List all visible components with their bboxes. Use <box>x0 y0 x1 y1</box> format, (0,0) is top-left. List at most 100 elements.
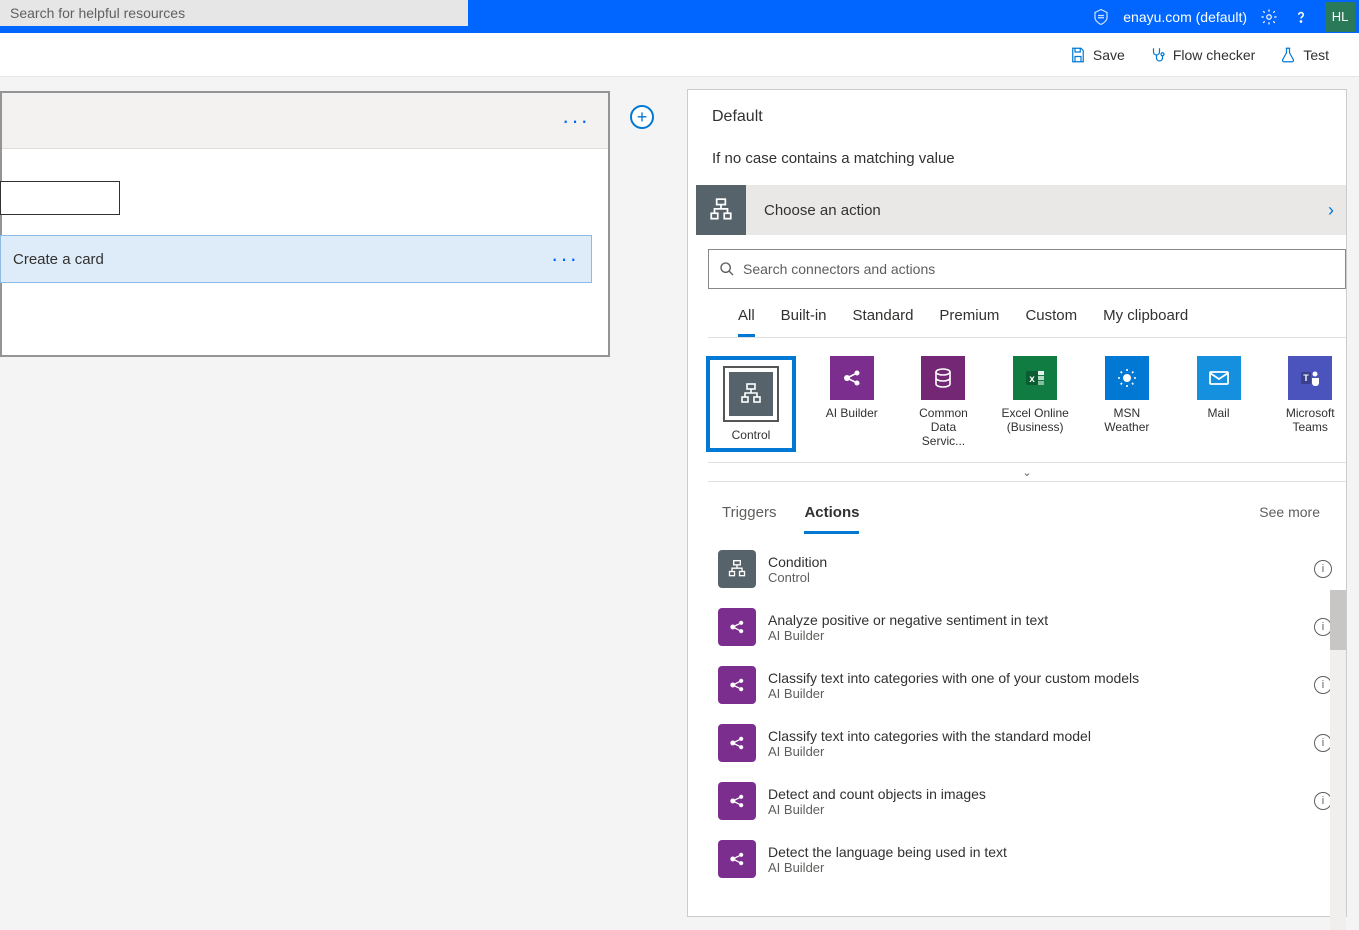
global-search[interactable]: Search for helpful resources <box>0 0 468 26</box>
chevron-right-icon: › <box>1328 200 1346 221</box>
command-bar: Save Flow checker Test <box>0 33 1359 77</box>
add-case-button[interactable]: + <box>630 105 654 129</box>
tenant-label[interactable]: enayu.com (default) <box>1117 9 1253 25</box>
connector-label: AI Builder <box>826 406 878 420</box>
connector-excel[interactable]: x Excel Online (Business) <box>999 356 1071 452</box>
default-case-panel: Default If no case contains a matching v… <box>687 89 1347 917</box>
action-sub: AI Builder <box>768 686 1139 701</box>
card-menu-icon[interactable]: ··· <box>562 108 590 134</box>
teams-icon: T <box>1288 356 1332 400</box>
connector-label: MSN Weather <box>1091 406 1163 434</box>
ai-mini-icon <box>718 666 756 704</box>
connector-grid: Control AI Builder Common Data Servic...… <box>688 338 1346 462</box>
switch-card[interactable]: ··· Create a card ··· <box>0 91 610 357</box>
trigger-action-tabs: Triggers Actions See more <box>688 482 1346 534</box>
save-button[interactable]: Save <box>1069 46 1125 64</box>
action-title: Condition <box>768 554 827 570</box>
ai-builder-icon <box>830 356 874 400</box>
action-sub: AI Builder <box>768 802 986 817</box>
svg-text:x: x <box>1029 374 1035 385</box>
action-title: Detect the language being used in text <box>768 844 1007 860</box>
tab-all[interactable]: All <box>738 307 755 337</box>
weather-icon <box>1105 356 1149 400</box>
connector-label: Excel Online (Business) <box>999 406 1071 434</box>
create-card-label: Create a card <box>13 251 104 268</box>
cds-icon <box>921 356 965 400</box>
action-classify-custom[interactable]: Classify text into categories with one o… <box>718 656 1340 714</box>
choose-action-bar[interactable]: Choose an action › <box>696 185 1346 235</box>
test-button[interactable]: Test <box>1279 46 1329 64</box>
tab-clipboard[interactable]: My clipboard <box>1103 307 1188 337</box>
action-list: Condition Control i Analyze positive or … <box>688 534 1346 916</box>
mail-icon <box>1197 356 1241 400</box>
tab-standard[interactable]: Standard <box>853 307 914 337</box>
tab-custom[interactable]: Custom <box>1025 307 1077 337</box>
action-detect-objects[interactable]: Detect and count objects in images AI Bu… <box>718 772 1340 830</box>
save-icon <box>1069 46 1087 64</box>
ai-mini-icon <box>718 608 756 646</box>
excel-icon: x <box>1013 356 1057 400</box>
action-title: Detect and count objects in images <box>768 786 986 802</box>
save-label: Save <box>1093 47 1125 63</box>
switch-card-header: ··· <box>2 93 608 149</box>
flask-icon <box>1279 46 1297 64</box>
action-sub: AI Builder <box>768 860 1007 875</box>
test-label: Test <box>1303 47 1329 63</box>
global-search-placeholder: Search for helpful resources <box>10 5 185 21</box>
top-bar: Search for helpful resources enayu.com (… <box>0 0 1359 33</box>
see-more-link[interactable]: See more <box>1259 504 1320 520</box>
action-classify-standard[interactable]: Classify text into categories with the s… <box>718 714 1340 772</box>
control-tile-icon <box>729 372 773 416</box>
panel-subtitle: If no case contains a matching value <box>688 126 1346 185</box>
search-actions-placeholder: Search connectors and actions <box>743 261 935 277</box>
flow-checker-button[interactable]: Flow checker <box>1149 46 1255 64</box>
connector-label: Control <box>732 428 771 442</box>
search-actions-input[interactable]: Search connectors and actions <box>708 249 1346 289</box>
action-sub: AI Builder <box>768 628 1048 643</box>
tab-builtin[interactable]: Built-in <box>781 307 827 337</box>
connector-mail[interactable]: Mail <box>1183 356 1255 452</box>
search-icon <box>719 261 735 277</box>
connector-label: Mail <box>1208 406 1230 420</box>
action-title: Classify text into categories with one o… <box>768 670 1139 686</box>
control-mini-icon <box>718 550 756 588</box>
action-title: Classify text into categories with the s… <box>768 728 1091 744</box>
scrollbar-thumb[interactable] <box>1330 590 1346 650</box>
case-value-input[interactable] <box>0 181 120 215</box>
tab-triggers[interactable]: Triggers <box>722 504 776 531</box>
flow-checker-label: Flow checker <box>1173 47 1255 63</box>
panel-title: Default <box>688 90 1346 126</box>
svg-text:T: T <box>1303 373 1309 383</box>
expand-connectors[interactable]: ⌄ <box>708 462 1346 482</box>
flow-canvas: ··· Create a card ··· + Default If no ca… <box>0 77 1359 917</box>
connector-cds[interactable]: Common Data Servic... <box>908 356 980 452</box>
category-tabs: All Built-in Standard Premium Custom My … <box>708 289 1346 338</box>
environment-icon[interactable] <box>1085 8 1117 26</box>
connector-teams[interactable]: T Microsoft Teams <box>1274 356 1346 452</box>
tab-premium[interactable]: Premium <box>939 307 999 337</box>
action-sub: Control <box>768 570 827 585</box>
info-icon[interactable]: i <box>1314 560 1332 578</box>
help-icon[interactable] <box>1285 8 1317 26</box>
ai-mini-icon <box>718 782 756 820</box>
create-card-menu-icon[interactable]: ··· <box>551 246 579 272</box>
action-title: Analyze positive or negative sentiment i… <box>768 612 1048 628</box>
action-condition[interactable]: Condition Control i <box>718 540 1340 598</box>
connector-msn-weather[interactable]: MSN Weather <box>1091 356 1163 452</box>
choose-action-label: Choose an action <box>746 202 1328 219</box>
stethoscope-icon <box>1149 46 1167 64</box>
connector-control[interactable]: Control <box>706 356 796 452</box>
tab-actions[interactable]: Actions <box>804 504 859 534</box>
create-card-action[interactable]: Create a card ··· <box>0 235 592 283</box>
avatar[interactable]: HL <box>1325 2 1355 32</box>
connector-ai-builder[interactable]: AI Builder <box>816 356 888 452</box>
settings-icon[interactable] <box>1253 8 1285 26</box>
action-sub: AI Builder <box>768 744 1091 759</box>
action-sentiment[interactable]: Analyze positive or negative sentiment i… <box>718 598 1340 656</box>
ai-mini-icon <box>718 724 756 762</box>
control-icon <box>696 185 746 235</box>
action-detect-language[interactable]: Detect the language being used in text A… <box>718 830 1340 888</box>
ai-mini-icon <box>718 840 756 878</box>
connector-label: Common Data Servic... <box>908 406 980 448</box>
connector-label: Microsoft Teams <box>1274 406 1346 434</box>
